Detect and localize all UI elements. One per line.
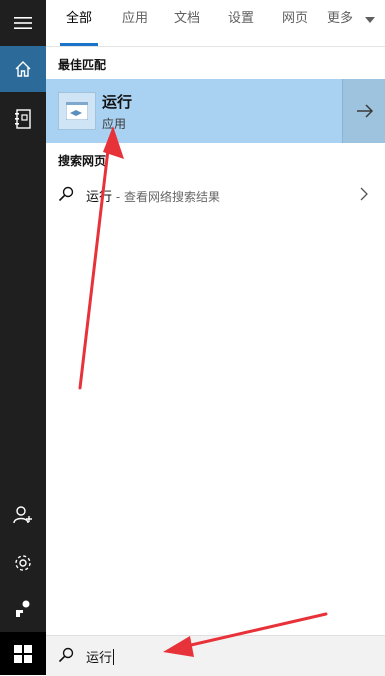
search-icon (58, 186, 74, 202)
tab-more-label: 更多 (327, 11, 354, 26)
web-result-text: 运行 - 查看网络搜索结果 (86, 186, 220, 205)
search-box[interactable]: 运行 (46, 635, 385, 676)
arrow-right-icon (356, 104, 373, 118)
notebook-icon (15, 109, 31, 129)
start-rail (0, 0, 46, 675)
settings-button[interactable] (0, 540, 46, 586)
person-add-icon (13, 506, 32, 524)
notebook-button[interactable] (0, 96, 46, 142)
search-value: 运行 (86, 651, 113, 666)
web-suffix: - 查看网络搜索结果 (112, 190, 220, 204)
tab-more[interactable]: 更多 (327, 0, 375, 46)
best-match-heading: 最佳匹配 (58, 58, 107, 72)
tab-settings[interactable]: 设置 (222, 0, 260, 46)
filter-tabs: 全部 应用 文档 设置 网页 更多 (46, 0, 385, 47)
tab-apps[interactable]: 应用 (116, 0, 154, 46)
tab-documents[interactable]: 文档 (168, 0, 206, 46)
account-button[interactable] (0, 492, 46, 538)
gear-icon (15, 555, 31, 571)
feedback-icon (16, 600, 30, 617)
hamburger-icon (14, 17, 32, 29)
run-app-icon (58, 92, 96, 130)
best-match-result[interactable]: 运行 应用 (46, 79, 342, 143)
chevron-right-icon (360, 187, 368, 201)
web-query: 运行 (86, 190, 113, 205)
feedback-button[interactable] (0, 586, 46, 632)
menu-button[interactable] (0, 0, 46, 46)
tab-all[interactable]: 全部 (60, 0, 98, 46)
text-caret (113, 649, 115, 665)
result-subtitle: 应用 (102, 117, 127, 131)
result-title: 运行 (102, 93, 133, 111)
tab-web[interactable]: 网页 (276, 0, 314, 46)
open-details-button[interactable] (342, 79, 385, 143)
chevron-down-icon (365, 17, 375, 23)
home-button[interactable] (0, 46, 46, 92)
search-input[interactable]: 运行 (86, 647, 115, 666)
search-icon (58, 647, 74, 663)
web-search-result[interactable]: 运行 - 查看网络搜索结果 (46, 177, 385, 211)
windows-logo-icon (14, 644, 32, 663)
home-icon (15, 61, 31, 77)
start-button[interactable] (0, 632, 46, 675)
web-search-heading: 搜索网页 (58, 154, 107, 168)
